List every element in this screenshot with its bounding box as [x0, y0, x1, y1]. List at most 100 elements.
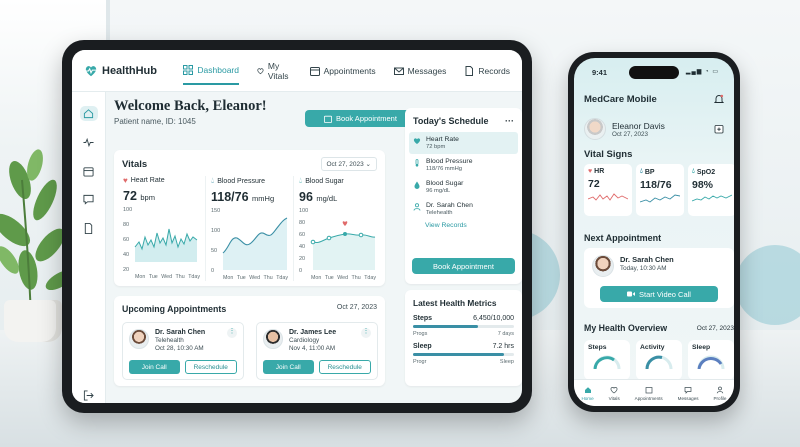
- sidebar-messages[interactable]: [80, 192, 98, 207]
- sidebar-calendar[interactable]: [80, 164, 98, 179]
- main-content: Welcome Back, Eleanor! Patient name, ID:…: [114, 98, 416, 127]
- x-tick: Wed: [161, 274, 173, 280]
- avatar: [584, 118, 606, 140]
- more-options-icon[interactable]: ⋮: [361, 328, 371, 338]
- sidebar-vitals[interactable]: [80, 135, 98, 150]
- nav-records[interactable]: Records: [464, 57, 510, 85]
- hr-sparkline: [587, 193, 629, 201]
- blood-sugar-unit: mg/dL: [316, 194, 338, 203]
- join-call-button[interactable]: Join Call: [263, 360, 314, 374]
- more-icon[interactable]: ···: [505, 116, 514, 126]
- doctor-name: Dr. Sarah Chen: [620, 255, 674, 264]
- tab-vitals[interactable]: Vitals: [609, 386, 620, 401]
- user-profile[interactable]: Eleanor Davis Oct 27, 2023: [584, 118, 665, 140]
- schedule-item-sub: Telehealth: [426, 210, 453, 216]
- next-appointment-title: Next Appointment: [584, 233, 662, 243]
- button-label: Start Video Call: [639, 289, 691, 299]
- schedule-item-sub: 118/76 mmHg: [426, 166, 462, 172]
- x-tick: Tday: [276, 275, 288, 281]
- metric-value: 6,450/10,000: [473, 315, 514, 322]
- activity-ring: [645, 355, 673, 369]
- sidebar-logout[interactable]: [80, 388, 98, 403]
- nav-dashboard[interactable]: Dashboard: [183, 57, 239, 85]
- schedule-item[interactable]: Blood Sugar 96 mg/dL: [405, 176, 522, 198]
- todays-schedule-card: Today's Schedule ··· Heart Rate 72 bpm Bl…: [405, 108, 522, 284]
- user-date: Oct 27, 2023: [612, 130, 649, 138]
- vital-card-spo2[interactable]: 💧︎ SpO2 98%: [688, 164, 734, 216]
- next-appointment-card[interactable]: Dr. Sarah Chen Today, 10:30 AM Start Vid…: [584, 248, 734, 308]
- overview-label: Steps: [588, 344, 607, 351]
- join-call-button[interactable]: Join Call: [129, 360, 180, 374]
- nav-appointments[interactable]: Appointments: [309, 57, 376, 85]
- progress-bar: [413, 353, 514, 356]
- nav-messages[interactable]: Messages: [393, 57, 446, 85]
- chevron-down-icon: ⌄: [365, 161, 371, 168]
- vital-card-hr[interactable]: ♥ HR 72: [584, 164, 632, 216]
- x-tick: Thu: [263, 275, 273, 281]
- blood-drop-icon: 💧︎: [211, 176, 215, 185]
- overview-card-sleep[interactable]: Sleep: [688, 340, 734, 380]
- view-records-link[interactable]: View Records: [405, 220, 522, 231]
- overview-label: Sleep: [692, 344, 711, 351]
- tab-home[interactable]: Home: [581, 386, 594, 401]
- tablet-device: HealthHub Dashboard My Vitals Appointmen…: [62, 40, 532, 413]
- dynamic-island: [629, 66, 679, 79]
- appointment-time: Today, 10:30 AM: [620, 265, 667, 272]
- schedule-item[interactable]: Heart Rate 72 bpm: [409, 132, 518, 154]
- overview-card-steps[interactable]: Steps: [584, 340, 630, 380]
- more-options-icon[interactable]: ⋮: [227, 328, 237, 338]
- x-tick: Wed: [337, 275, 349, 281]
- appointment-time: Oct 28, 10:30 AM: [155, 345, 204, 352]
- blood-pressure-panel[interactable]: 💧︎ Blood Pressure 118/76 mmHg 150 100 50 …: [206, 176, 294, 281]
- tab-messages[interactable]: Messages: [678, 386, 699, 401]
- schedule-item[interactable]: Blood Pressure 118/76 mmHg: [405, 154, 522, 176]
- vital-signs-title: Vital Signs: [584, 149, 633, 160]
- drop-icon: 💧︎: [640, 168, 643, 175]
- x-tick: Mon: [311, 275, 322, 281]
- doctor-name: Dr. James Lee: [289, 329, 337, 336]
- avatar: [129, 329, 149, 349]
- vitals-date-select[interactable]: Oct 27, 2023 ⌄: [320, 157, 377, 171]
- vital-card-bp[interactable]: 💧︎ BP 118/76: [636, 164, 684, 216]
- tab-appointments[interactable]: Appointments: [635, 386, 663, 401]
- tab-label: Profile: [713, 395, 727, 401]
- overview-label: Activity: [640, 344, 665, 351]
- chat-icon: [83, 195, 94, 205]
- bell-icon[interactable]: [714, 94, 724, 104]
- sidebar-home[interactable]: [79, 106, 98, 121]
- appointment-card[interactable]: Dr. Sarah Chen Telehealth Oct 28, 10:30 …: [122, 322, 244, 380]
- blood-sugar-panel[interactable]: 💧︎ Blood Sugar 96 mg/dL 100 80 60 40 20 0: [294, 176, 381, 281]
- appointment-card[interactable]: Dr. James Lee Cardiology Nov 4, 11:00 AM…: [256, 322, 378, 380]
- status-time: 9:41: [592, 68, 608, 77]
- document-icon: [465, 65, 474, 76]
- schedule-item-sub: 72 bpm: [426, 144, 446, 150]
- upcoming-title: Upcoming Appointments: [122, 304, 227, 314]
- plant-pot: [4, 300, 62, 342]
- book-appointment-button[interactable]: Book Appointment: [305, 110, 416, 127]
- nav-label: My Vitals: [267, 60, 289, 81]
- reschedule-button[interactable]: Reschedule: [318, 360, 371, 374]
- upcoming-appointments-card: Upcoming Appointments Oct 27, 2023 Dr. S…: [114, 296, 385, 386]
- x-tick: Tue: [236, 275, 246, 281]
- avatar: [263, 329, 283, 349]
- x-tick: Mon: [135, 274, 146, 280]
- nav-label: Appointments: [323, 65, 376, 76]
- metric-row: Steps 6,450/10,000 Progs 7 days: [405, 312, 522, 340]
- reschedule-button[interactable]: Reschedule: [184, 360, 237, 374]
- overview-card-activity[interactable]: Activity: [636, 340, 682, 380]
- app-logo[interactable]: HealthHub: [84, 64, 181, 78]
- bp-sparkline: [639, 194, 681, 203]
- heart-rate-panel[interactable]: ♥ Heart Rate 72 bpm 100 80 60 40 20 Mon …: [118, 176, 206, 281]
- heart-rate-unit: bpm: [140, 193, 155, 202]
- appointment-time: Nov 4, 11:00 AM: [289, 345, 336, 352]
- person-icon: [716, 386, 724, 393]
- nav-my-vitals[interactable]: My Vitals: [257, 57, 292, 85]
- tab-profile[interactable]: Profile: [713, 386, 726, 401]
- metric-label: Steps: [413, 315, 433, 322]
- heart-rate-label: Heart Rate: [130, 177, 165, 184]
- schedule-book-appointment-button[interactable]: Book Appointment: [412, 258, 515, 274]
- start-video-call-button[interactable]: Start Video Call: [600, 286, 718, 302]
- schedule-item[interactable]: Dr. Sarah Chen Telehealth: [405, 198, 522, 220]
- sidebar-records[interactable]: [80, 221, 98, 236]
- calendar-add-icon[interactable]: [714, 124, 724, 134]
